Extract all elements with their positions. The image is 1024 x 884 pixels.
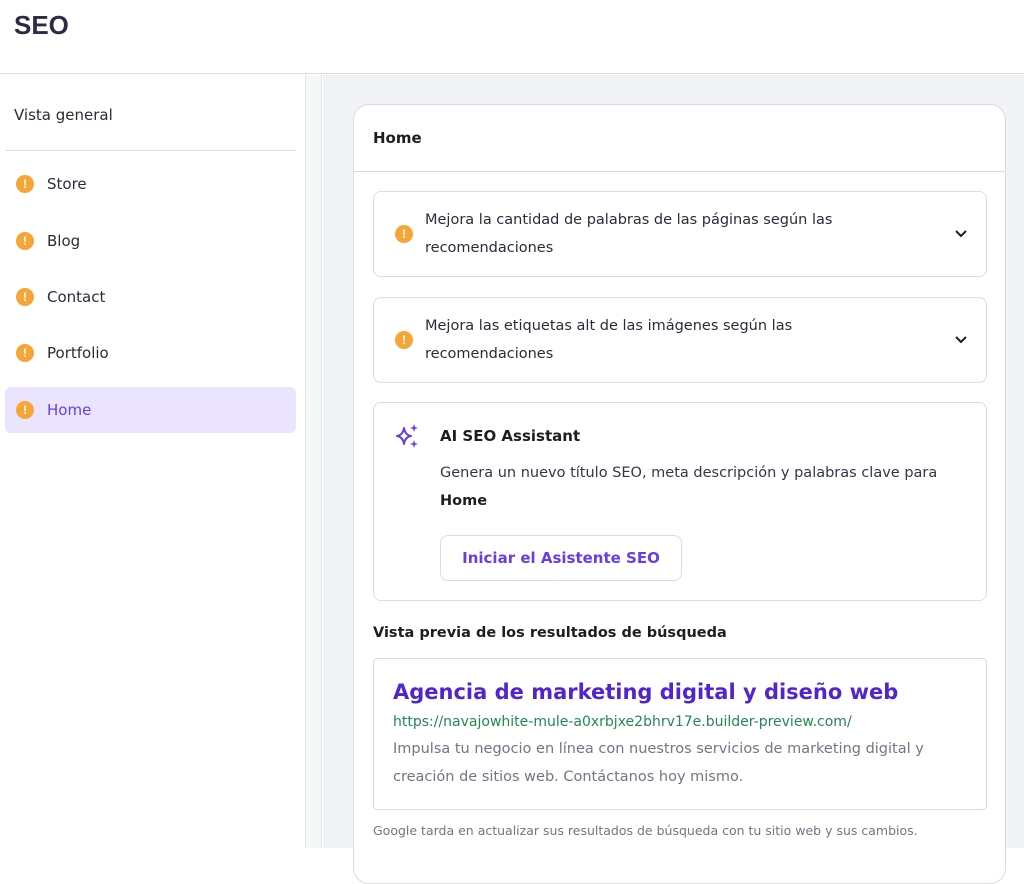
main-content: Home ! Mejora la cantidad de palabras de… bbox=[323, 75, 1024, 848]
chevron-down-icon bbox=[954, 226, 968, 240]
preview-url: https://navajowhite-mule-a0xrbjxe2bhrv17… bbox=[393, 709, 967, 735]
sidebar-item-blog[interactable]: ! Blog bbox=[5, 218, 296, 264]
sidebar-item-label: Portfolio bbox=[47, 344, 109, 362]
chevron-down-icon bbox=[954, 332, 968, 346]
card-title: Home bbox=[354, 105, 1005, 172]
page-title: SEO bbox=[14, 10, 69, 41]
ai-description-text: Genera un nuevo título SEO, meta descrip… bbox=[440, 465, 937, 481]
recommendation-text: Mejora las etiquetas alt de las imágenes… bbox=[425, 312, 885, 368]
warning-icon: ! bbox=[395, 331, 413, 349]
recommendation-word-count[interactable]: ! Mejora la cantidad de palabras de las … bbox=[373, 191, 987, 277]
warning-icon: ! bbox=[16, 232, 34, 250]
sidebar-item-label: Store bbox=[47, 175, 87, 193]
recommendation-text: Mejora la cantidad de palabras de las pá… bbox=[425, 206, 885, 262]
warning-icon: ! bbox=[16, 288, 34, 306]
start-seo-assistant-button[interactable]: Iniciar el Asistente SEO bbox=[440, 535, 682, 581]
divider bbox=[5, 150, 296, 151]
sidebar-scrollbar-track[interactable] bbox=[306, 75, 322, 848]
warning-icon: ! bbox=[16, 344, 34, 362]
sidebar-item-home[interactable]: ! Home bbox=[5, 387, 296, 433]
ai-assistant-title: AI SEO Assistant bbox=[440, 427, 580, 445]
warning-icon: ! bbox=[16, 175, 34, 193]
sidebar-item-label: Blog bbox=[47, 232, 80, 250]
warning-icon: ! bbox=[395, 225, 413, 243]
sparkles-icon bbox=[395, 423, 421, 449]
sidebar: Vista general ! Store ! Blog ! Contact ! Por… bbox=[0, 75, 306, 848]
ai-assistant-description: Genera un nuevo título SEO, meta descrip… bbox=[440, 459, 970, 515]
page-header: SEO bbox=[0, 0, 1024, 74]
sidebar-item-label: Contact bbox=[47, 288, 105, 306]
sidebar-overview-link[interactable]: Vista general bbox=[14, 106, 113, 124]
preview-note: Google tarda en actualizar sus resultado… bbox=[373, 823, 918, 838]
page-seo-card: Home ! Mejora la cantidad de palabras de… bbox=[353, 104, 1006, 884]
sidebar-item-contact[interactable]: ! Contact bbox=[5, 274, 296, 320]
sidebar-item-store[interactable]: ! Store bbox=[5, 161, 296, 207]
recommendation-alt-tags[interactable]: ! Mejora las etiquetas alt de las imágen… bbox=[373, 297, 987, 383]
search-result-preview: Agencia de marketing digital y diseño we… bbox=[373, 658, 987, 810]
sidebar-item-portfolio[interactable]: ! Portfolio bbox=[5, 330, 296, 376]
ai-page-name: Home bbox=[440, 493, 487, 509]
sidebar-item-label: Home bbox=[47, 401, 91, 419]
preview-title: Agencia de marketing digital y diseño we… bbox=[393, 675, 967, 709]
search-preview-heading: Vista previa de los resultados de búsque… bbox=[373, 625, 727, 641]
preview-description: Impulsa tu negocio en línea con nuestros… bbox=[393, 735, 967, 791]
warning-icon: ! bbox=[16, 401, 34, 419]
ai-seo-assistant: AI SEO Assistant Genera un nuevo título … bbox=[373, 402, 987, 601]
